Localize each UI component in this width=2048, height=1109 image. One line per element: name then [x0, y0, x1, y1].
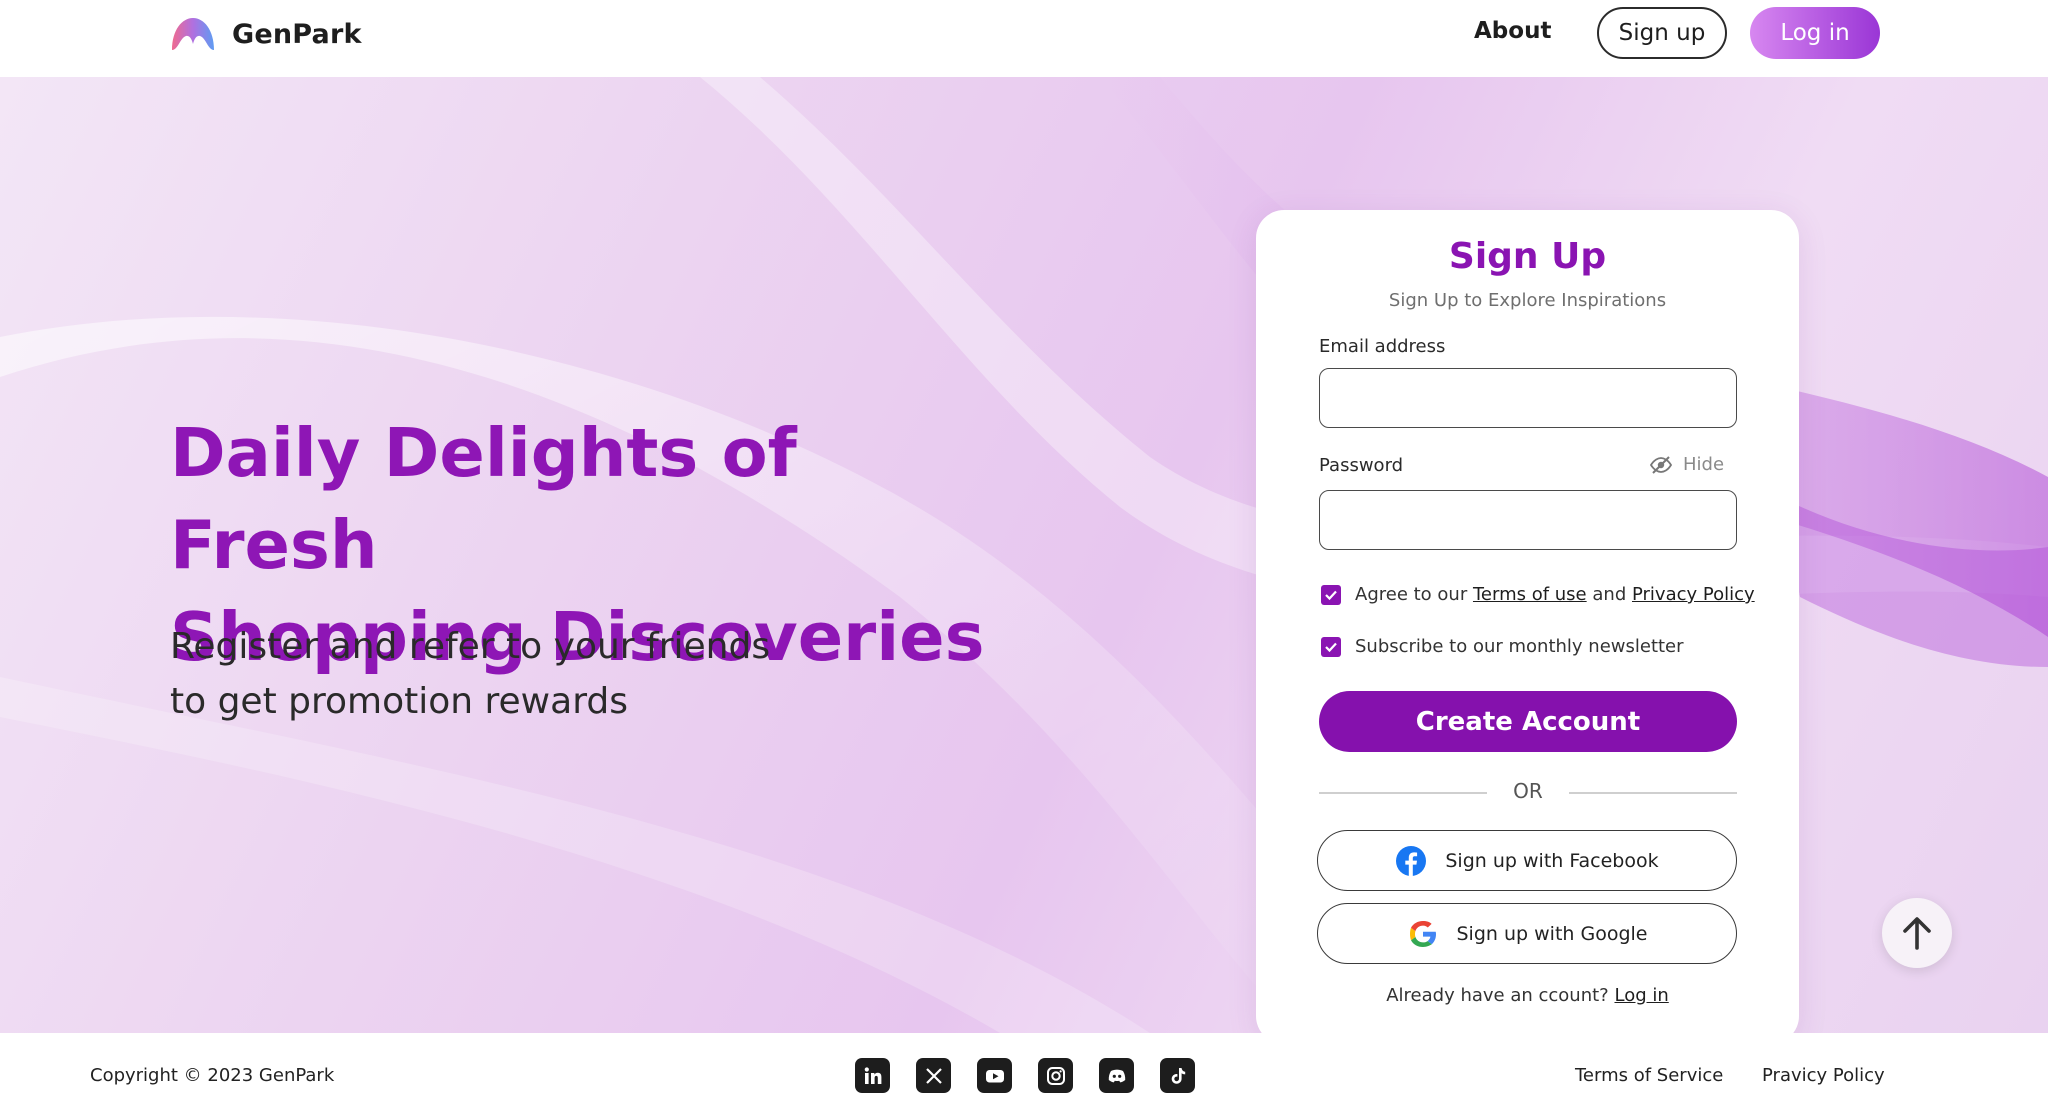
newsletter-row: Subscribe to our monthly newsletter [1321, 636, 1684, 657]
tiktok-glyph [1171, 1067, 1185, 1084]
brand[interactable]: GenPark [170, 14, 362, 54]
terms-and: and [1592, 584, 1627, 605]
hero-section: Daily Delights of Fresh Shopping Discove… [0, 77, 2048, 1033]
instagram-glyph [1046, 1066, 1065, 1085]
facebook-icon [1396, 845, 1427, 876]
facebook-button-label: Sign up with Facebook [1445, 849, 1659, 872]
terms-row: Agree to our Terms of use and Privacy Po… [1321, 584, 1755, 605]
youtube-glyph [985, 1069, 1004, 1082]
footer-terms-link[interactable]: Terms of Service [1575, 1065, 1723, 1086]
signup-facebook-button[interactable]: Sign up with Facebook [1317, 830, 1737, 891]
email-input[interactable] [1319, 368, 1737, 428]
signup-title: Sign Up [1448, 236, 1607, 277]
or-divider: OR [1319, 777, 1737, 807]
hero-subtitle: Register and refer to your friends to ge… [170, 619, 870, 729]
footer-privacy-link[interactable]: Pravicy Policy [1762, 1065, 1885, 1086]
x-icon[interactable] [916, 1058, 951, 1093]
newsletter-label: Subscribe to our monthly newsletter [1355, 636, 1684, 657]
nav-login-button[interactable]: Log in [1750, 7, 1880, 59]
instagram-icon[interactable] [1038, 1058, 1073, 1093]
signup-subtitle: Sign Up to Explore Inspirations [1388, 290, 1667, 311]
copyright-text: Copyright © 2023 GenPark [90, 1065, 335, 1086]
scroll-to-top-button[interactable] [1882, 898, 1952, 968]
hero-subtitle-line-2: to get promotion rewards [170, 681, 628, 722]
privacy-policy-link[interactable]: Privacy Policy [1632, 584, 1755, 605]
email-label: Email address [1319, 336, 1446, 357]
terms-of-use-link[interactable]: Terms of use [1473, 584, 1587, 605]
genpark-logo-icon [172, 18, 214, 50]
linkedin-glyph [864, 1066, 881, 1084]
password-hide-toggle[interactable]: Hide [1649, 454, 1724, 475]
terms-checkbox[interactable] [1321, 584, 1341, 605]
terms-text: Agree to our Terms of use and Privacy Po… [1355, 584, 1755, 605]
or-line-right [1569, 792, 1737, 794]
site-footer: Copyright © 2023 GenPark Terms of Servic… [0, 1033, 2048, 1109]
eye-slash-icon [1649, 455, 1673, 474]
already-text: Already have an ccount? [1386, 985, 1609, 1006]
card-login-link[interactable]: Log in [1614, 985, 1668, 1006]
password-input[interactable] [1319, 490, 1737, 550]
discord-glyph [1108, 1069, 1125, 1082]
hide-label: Hide [1683, 454, 1725, 475]
newsletter-checkbox[interactable] [1321, 636, 1341, 657]
check-icon [1325, 590, 1337, 600]
tiktok-icon[interactable] [1160, 1058, 1195, 1093]
already-account-row: Already have an ccount? Log in [1256, 985, 1799, 1006]
x-glyph [925, 1067, 942, 1084]
terms-prefix: Agree to our [1355, 584, 1468, 605]
site-header: GenPark About Sign up Log in [0, 0, 2048, 77]
signup-google-button[interactable]: Sign up with Google [1317, 903, 1737, 964]
linkedin-icon[interactable] [855, 1058, 890, 1093]
brand-name: GenPark [232, 18, 362, 50]
check-icon [1325, 642, 1337, 652]
social-icons [855, 1058, 1195, 1093]
hero-subtitle-line-1: Register and refer to your friends [170, 626, 771, 667]
signup-card: Sign Up Sign Up to Explore Inspirations … [1256, 210, 1799, 1033]
google-button-label: Sign up with Google [1456, 922, 1648, 945]
youtube-icon[interactable] [977, 1058, 1012, 1093]
or-text: OR [1513, 779, 1543, 803]
google-icon [1409, 920, 1436, 947]
hero-title-line-1: Daily Delights of Fresh [170, 414, 797, 584]
arrow-up-icon [1903, 917, 1931, 950]
nav-about-link[interactable]: About [1474, 18, 1551, 44]
password-label: Password [1319, 455, 1404, 476]
nav-signup-button[interactable]: Sign up [1597, 7, 1727, 59]
discord-icon[interactable] [1099, 1058, 1134, 1093]
create-account-button[interactable]: Create Account [1319, 691, 1737, 752]
